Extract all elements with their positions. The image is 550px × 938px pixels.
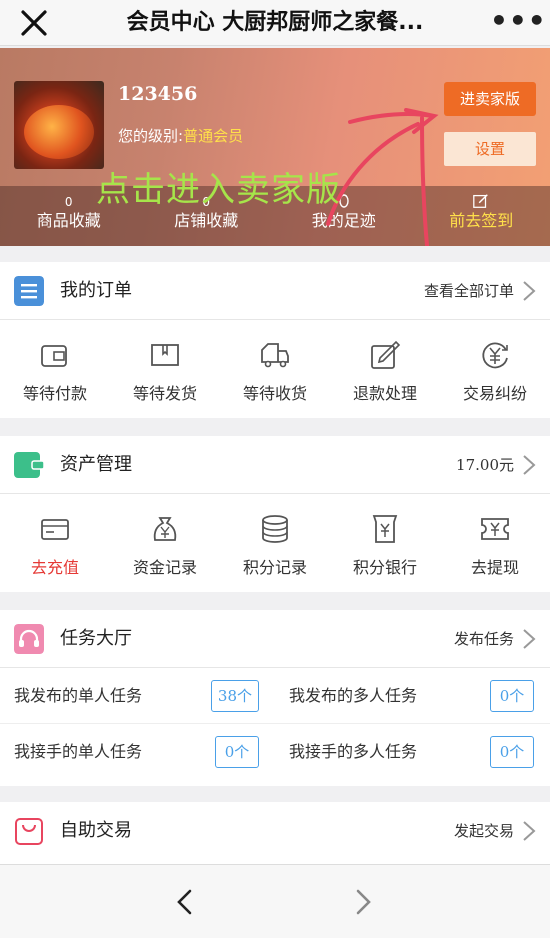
assets-grid: 去充值 资金记录 积分记录 积分银行 去提现: [0, 494, 550, 590]
page-title: 会员中心 大厨邦厨师之家餐...: [126, 10, 424, 35]
member-level: 您的级别:普通会员: [118, 125, 243, 146]
task-count-badge: 0个: [490, 680, 534, 712]
order-label: 退款处理: [352, 384, 417, 403]
balance-value[interactable]: 17.00元: [456, 436, 514, 494]
forward-arrow-icon[interactable]: [350, 887, 376, 917]
card-icon: [41, 519, 69, 540]
bank-icon: [372, 515, 398, 543]
settings-button[interactable]: 设置: [444, 132, 536, 166]
task-my-accepted-multi[interactable]: 我接手的多人任务 0个: [275, 724, 550, 780]
order-label: 等待收货: [242, 384, 307, 403]
username: 123456: [118, 83, 198, 105]
view-all-orders-link[interactable]: 查看全部订单: [424, 262, 514, 320]
chevron-right-icon: [523, 629, 536, 649]
chevron-right-icon: [523, 281, 536, 301]
publish-task-link[interactable]: 发布任务: [454, 610, 514, 668]
headset-icon: [14, 624, 44, 654]
back-arrow-icon[interactable]: [172, 887, 198, 917]
orders-card: 我的订单 查看全部订单 等待付款 等待发货 等待收货 退款处理 交易纠纷: [0, 262, 550, 418]
start-trade-link[interactable]: 发起交易: [454, 802, 514, 860]
order-label: 等待付款: [22, 384, 87, 403]
tasks-header[interactable]: 任务大厅 发布任务: [0, 610, 550, 668]
edit-icon: [473, 194, 489, 208]
orders-header[interactable]: 我的订单 查看全部订单: [0, 262, 550, 320]
chevron-right-icon: [523, 821, 536, 841]
order-pending-shipment[interactable]: 等待发货: [110, 320, 220, 416]
order-pending-payment[interactable]: 等待付款: [0, 320, 110, 416]
clipboard-icon: [14, 276, 44, 306]
orders-title: 我的订单: [60, 280, 132, 301]
package-icon: [151, 344, 179, 366]
asset-label: 积分记录: [242, 558, 307, 577]
asset-label: 去提现: [470, 558, 519, 577]
task-my-published-single[interactable]: 我发布的单人任务 38个: [0, 668, 275, 724]
trade-card: 自助交易 发起交易: [0, 802, 550, 864]
trade-title: 自助交易: [60, 820, 132, 841]
task-label: 我接手的单人任务: [14, 742, 143, 761]
task-row: 我发布的单人任务 38个 我发布的多人任务 0个: [0, 668, 550, 724]
task-my-published-multi[interactable]: 我发布的多人任务 0个: [275, 668, 550, 724]
task-count-badge: 0个: [490, 736, 534, 768]
order-label: 等待发货: [132, 384, 197, 403]
task-my-accepted-single[interactable]: 我接手的单人任务 0个: [0, 724, 275, 780]
orders-grid: 等待付款 等待发货 等待收货 退款处理 交易纠纷: [0, 320, 550, 416]
task-label: 我接手的多人任务: [289, 742, 418, 761]
wallet-icon: [14, 452, 44, 478]
avatar[interactable]: [14, 81, 104, 169]
assets-header[interactable]: 资产管理 17.00元: [0, 436, 550, 494]
top-nav-bar: 会员中心 大厨邦厨师之家餐... •••: [0, 0, 550, 46]
seller-version-button[interactable]: 进卖家版: [444, 82, 536, 116]
member-level-prefix: 您的级别:: [118, 127, 184, 145]
tasks-card: 任务大厅 发布任务 我发布的单人任务 38个 我发布的多人任务 0个 我接手的单…: [0, 610, 550, 786]
annotation-arrow: [326, 108, 439, 246]
member-level-value: 普通会员: [183, 127, 244, 145]
ticket-icon: [481, 518, 509, 540]
truck-icon: [261, 343, 289, 368]
asset-recharge[interactable]: 去充值: [0, 494, 110, 590]
annotation-text: 点击进入卖家版: [96, 170, 341, 210]
close-icon[interactable]: [16, 6, 52, 40]
order-pending-receipt[interactable]: 等待收货: [220, 320, 330, 416]
asset-points-bank[interactable]: 积分银行: [330, 494, 440, 590]
edit-icon: [371, 340, 401, 369]
asset-withdraw[interactable]: 去提现: [440, 494, 550, 590]
order-refunds[interactable]: 退款处理: [330, 320, 440, 416]
stat-label: 店铺收藏: [174, 211, 239, 230]
order-label: 交易纠纷: [462, 384, 527, 403]
asset-label: 去充值: [30, 558, 79, 577]
assets-title: 资产管理: [60, 454, 132, 475]
asset-label: 资金记录: [132, 558, 197, 577]
stat-label: 商品收藏: [36, 211, 101, 230]
task-label: 我发布的单人任务: [14, 686, 143, 705]
asset-label: 积分银行: [352, 558, 417, 577]
trade-header[interactable]: 自助交易 发起交易: [0, 802, 550, 860]
shopping-bag-icon: [15, 818, 43, 845]
task-label: 我发布的多人任务: [289, 686, 418, 705]
chevron-right-icon: [523, 455, 536, 475]
wallet-icon: [41, 345, 67, 367]
asset-fund-records[interactable]: 资金记录: [110, 494, 220, 590]
assets-card: 资产管理 17.00元 去充值 资金记录 积分记录 积分银行 去提现: [0, 436, 550, 592]
money-bag-icon: [153, 517, 177, 541]
tasks-title: 任务大厅: [60, 628, 132, 649]
asset-points-records[interactable]: 积分记录: [220, 494, 330, 590]
task-row: 我接手的单人任务 0个 我接手的多人任务 0个: [0, 724, 550, 780]
order-disputes[interactable]: 交易纠纷: [440, 320, 550, 416]
task-count-badge: 38个: [210, 680, 259, 712]
task-count-badge: 0个: [215, 736, 259, 768]
more-menu-icon[interactable]: •••: [490, 6, 546, 40]
coins-icon: [262, 515, 288, 543]
yen-refresh-icon: [482, 342, 508, 369]
profile-banner: 123456 您的级别:普通会员 进卖家版 设置 点击进入卖家版 0 商品收藏 …: [0, 48, 550, 246]
browser-nav-bar: [0, 864, 550, 938]
